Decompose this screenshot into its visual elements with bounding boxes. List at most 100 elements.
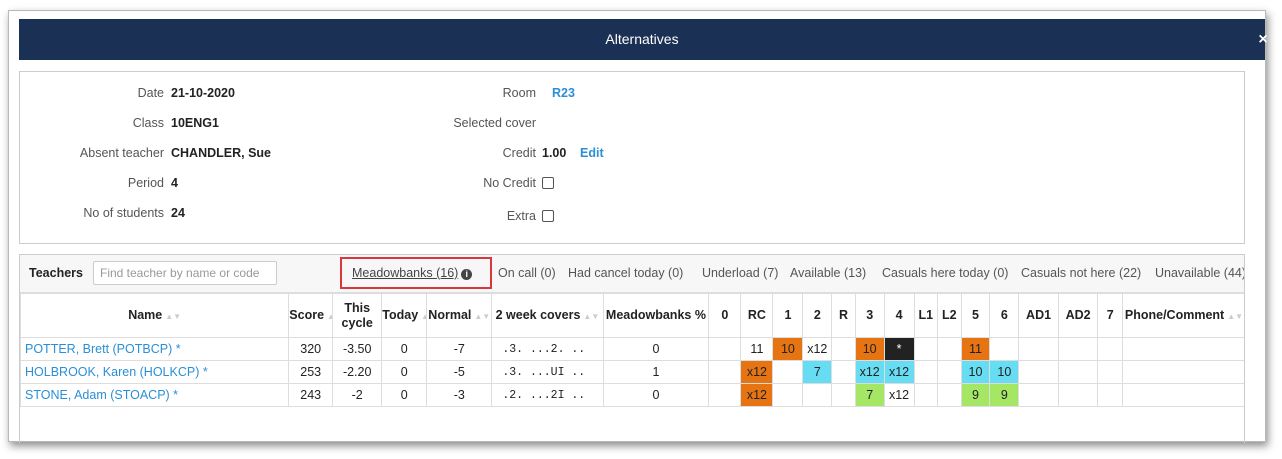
teacher-search-input[interactable] — [93, 261, 277, 285]
detail-label: No Credit — [483, 176, 536, 190]
edit-credit-link[interactable]: Edit — [580, 143, 604, 163]
col-normal[interactable]: Normal ▲▼ — [426, 293, 493, 338]
cell-period — [1097, 360, 1123, 384]
cell-period: 9 — [960, 383, 991, 407]
col-period-l2: L2 — [937, 293, 962, 338]
room-link[interactable]: R23 — [552, 83, 575, 103]
no-credit-checkbox[interactable] — [542, 177, 554, 189]
col-meadowbanks-pct[interactable]: Meadowbanks % — [602, 293, 710, 338]
col-period-ad1: AD1 — [1018, 293, 1059, 338]
cell-period — [937, 383, 962, 407]
cell-two-week: .3. ...UI .. — [491, 360, 604, 384]
cell-period: 10 — [989, 360, 1020, 384]
cell-period — [1097, 337, 1123, 361]
tab-had-cancel-today[interactable]: Had cancel today (0) — [568, 266, 683, 280]
table-header-row: Name▲▼ Score▲▼ This cycle Today▲▼ Normal… — [20, 293, 1244, 338]
col-period-0: 0 — [708, 293, 742, 338]
cell-period — [772, 360, 804, 384]
cell-period — [708, 383, 742, 407]
cell-meadowbanks-pct: 1 — [602, 360, 710, 384]
cell-period: 11 — [960, 337, 991, 361]
tab-available[interactable]: Available (13) — [790, 266, 866, 280]
cell-period: 10 — [854, 337, 885, 361]
tab-casuals-not-here[interactable]: Casuals not here (22) — [1021, 266, 1141, 280]
cell-period — [1018, 337, 1059, 361]
info-icon: i — [461, 269, 473, 280]
table-row[interactable]: POTTER, Brett (POTBCP) * 320 -3.50 0 -7 … — [20, 337, 1244, 361]
cell-period — [802, 383, 833, 407]
detail-row-room: Room R23 — [20, 83, 720, 103]
sort-icon: ▲▼ — [327, 312, 332, 321]
col-period-l1: L1 — [913, 293, 939, 338]
cell-normal: -5 — [426, 360, 493, 384]
col-period-3: 3 — [854, 293, 885, 338]
col-two-week-covers[interactable]: 2 week covers ▲▼ — [491, 293, 604, 338]
col-period-ad2: AD2 — [1057, 293, 1099, 338]
col-this-cycle[interactable]: This cycle — [332, 293, 383, 338]
detail-label: Room — [502, 86, 536, 100]
cell-this-cycle: -2.20 — [332, 360, 383, 384]
modal-title-bar: Alternatives × — [19, 19, 1268, 60]
cell-normal: -7 — [426, 337, 493, 361]
cell-period: 10 — [960, 360, 991, 384]
cell-period — [913, 337, 939, 361]
detail-row-no-credit: No Credit — [20, 173, 720, 193]
cell-period — [989, 337, 1020, 361]
detail-value-credit: 1.00 — [542, 146, 567, 160]
cell-phone-comment — [1121, 337, 1244, 361]
cell-period: 9 — [989, 383, 1020, 407]
cell-score: 253 — [288, 360, 334, 384]
col-period-7: 7 — [1097, 293, 1123, 338]
alternatives-modal: Alternatives × Date 21-10-2020 Class 10E… — [8, 10, 1268, 443]
cell-period — [831, 360, 856, 384]
cell-period: 10 — [772, 337, 804, 361]
teacher-name-link[interactable]: HOLBROOK, Karen (HOLKCP) * — [20, 360, 290, 384]
tab-on-call[interactable]: On call (0) — [498, 266, 556, 280]
tab-underload[interactable]: Underload (7) — [702, 266, 778, 280]
cell-period — [913, 360, 939, 384]
detail-label: Selected cover — [453, 116, 536, 130]
extra-checkbox[interactable] — [542, 210, 554, 222]
cell-period — [1097, 383, 1123, 407]
sort-icon: ▲▼ — [1227, 311, 1244, 321]
cell-this-cycle: -2 — [332, 383, 383, 407]
cell-period — [1057, 360, 1099, 384]
col-today[interactable]: Today▲▼ — [381, 293, 428, 338]
cell-period: x12 — [883, 360, 915, 384]
cell-period — [708, 337, 742, 361]
col-score[interactable]: Score▲▼ — [288, 293, 334, 338]
table-row[interactable]: STONE, Adam (STOACP) * 243 -2 0 -3 .2. .… — [20, 383, 1244, 407]
cell-period — [1057, 383, 1099, 407]
detail-row-selected-cover: Selected cover — [20, 113, 720, 133]
close-icon[interactable]: × — [1257, 19, 1269, 60]
col-name[interactable]: Name ▲▼ — [20, 293, 290, 338]
tab-casuals-here-today[interactable]: Casuals here today (0) — [882, 266, 1008, 280]
cell-period — [1018, 360, 1059, 384]
cell-period: x12 — [802, 337, 833, 361]
teacher-name-link[interactable]: POTTER, Brett (POTBCP) * — [20, 337, 290, 361]
cell-today: 0 — [381, 337, 428, 361]
col-phone-comment[interactable]: Phone/Comment ▲▼ — [1121, 293, 1244, 338]
cell-two-week: .3. ...2. .. — [491, 337, 604, 361]
cell-period — [937, 360, 962, 384]
tab-unavailable[interactable]: Unavailable (44) — [1155, 266, 1244, 280]
teachers-label: Teachers — [29, 266, 83, 280]
teacher-name-link[interactable]: STONE, Adam (STOACP) * — [20, 383, 290, 407]
cell-period: x12 — [854, 360, 885, 384]
cell-period — [708, 360, 742, 384]
table-row[interactable]: HOLBROOK, Karen (HOLKCP) * 253 -2.20 0 -… — [20, 360, 1244, 384]
cell-period — [913, 383, 939, 407]
col-period-5: 5 — [960, 293, 991, 338]
cell-period — [831, 383, 856, 407]
cell-score: 320 — [288, 337, 334, 361]
teacher-grid-panel: Teachers Meadowbanks (16)i On call (0) H… — [19, 254, 1245, 443]
col-period-rc: RC — [740, 293, 774, 338]
col-period-2: 2 — [802, 293, 833, 338]
tab-meadowbanks[interactable]: Meadowbanks (16) i — [352, 266, 473, 280]
cell-period: 11 — [740, 337, 774, 361]
sort-icon: ▲▼ — [165, 311, 182, 321]
cell-period: x12 — [740, 383, 774, 407]
cover-details-panel: Date 21-10-2020 Class 10ENG1 Absent teac… — [19, 71, 1245, 244]
cell-period: 7 — [854, 383, 885, 407]
detail-row-extra: Extra — [20, 206, 720, 226]
